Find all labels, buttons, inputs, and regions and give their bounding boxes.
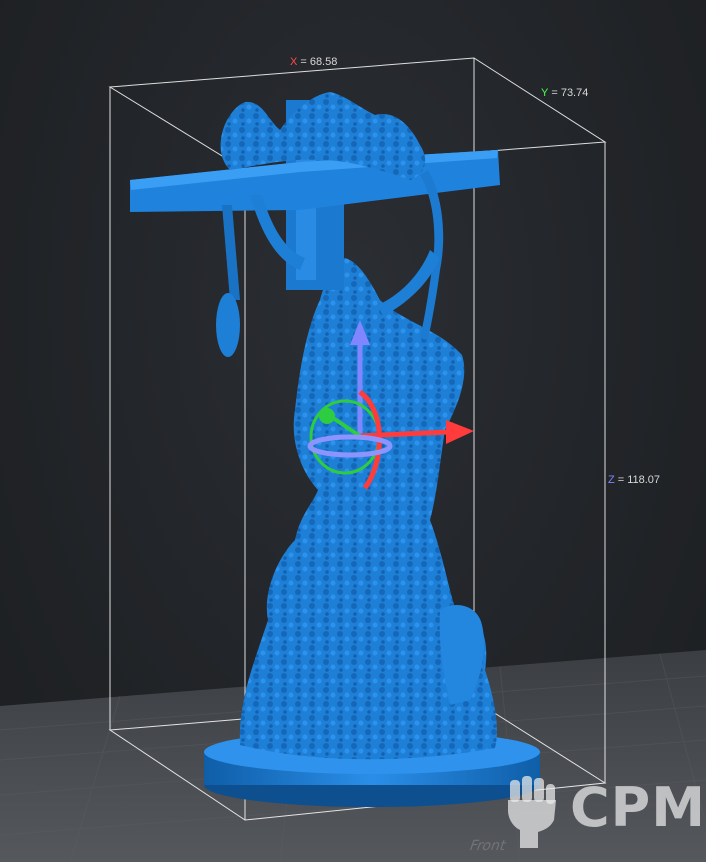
dimension-x-value: = 68.58 xyxy=(300,56,338,68)
3d-viewport[interactable]: X = 68.58 Y = 73.74 Z = 118.07 Front CPM xyxy=(0,0,706,862)
dimension-y-axis: Y xyxy=(541,87,549,99)
raised-fist-icon xyxy=(508,776,556,848)
dimension-y-label: Y = 73.74 xyxy=(541,86,588,100)
dimension-z-value: = 118.07 xyxy=(617,474,661,486)
dimension-z-axis: Z xyxy=(608,474,615,486)
dimension-x-axis: X xyxy=(290,56,298,68)
dimension-y-value: = 73.74 xyxy=(551,87,589,99)
dimension-x-label: X = 68.58 xyxy=(290,55,337,69)
watermark-text: CPM xyxy=(570,776,706,839)
watermark: CPM xyxy=(498,770,705,850)
dimension-z-label: Z = 118.07 xyxy=(608,473,660,487)
scene-canvas[interactable] xyxy=(0,0,706,862)
